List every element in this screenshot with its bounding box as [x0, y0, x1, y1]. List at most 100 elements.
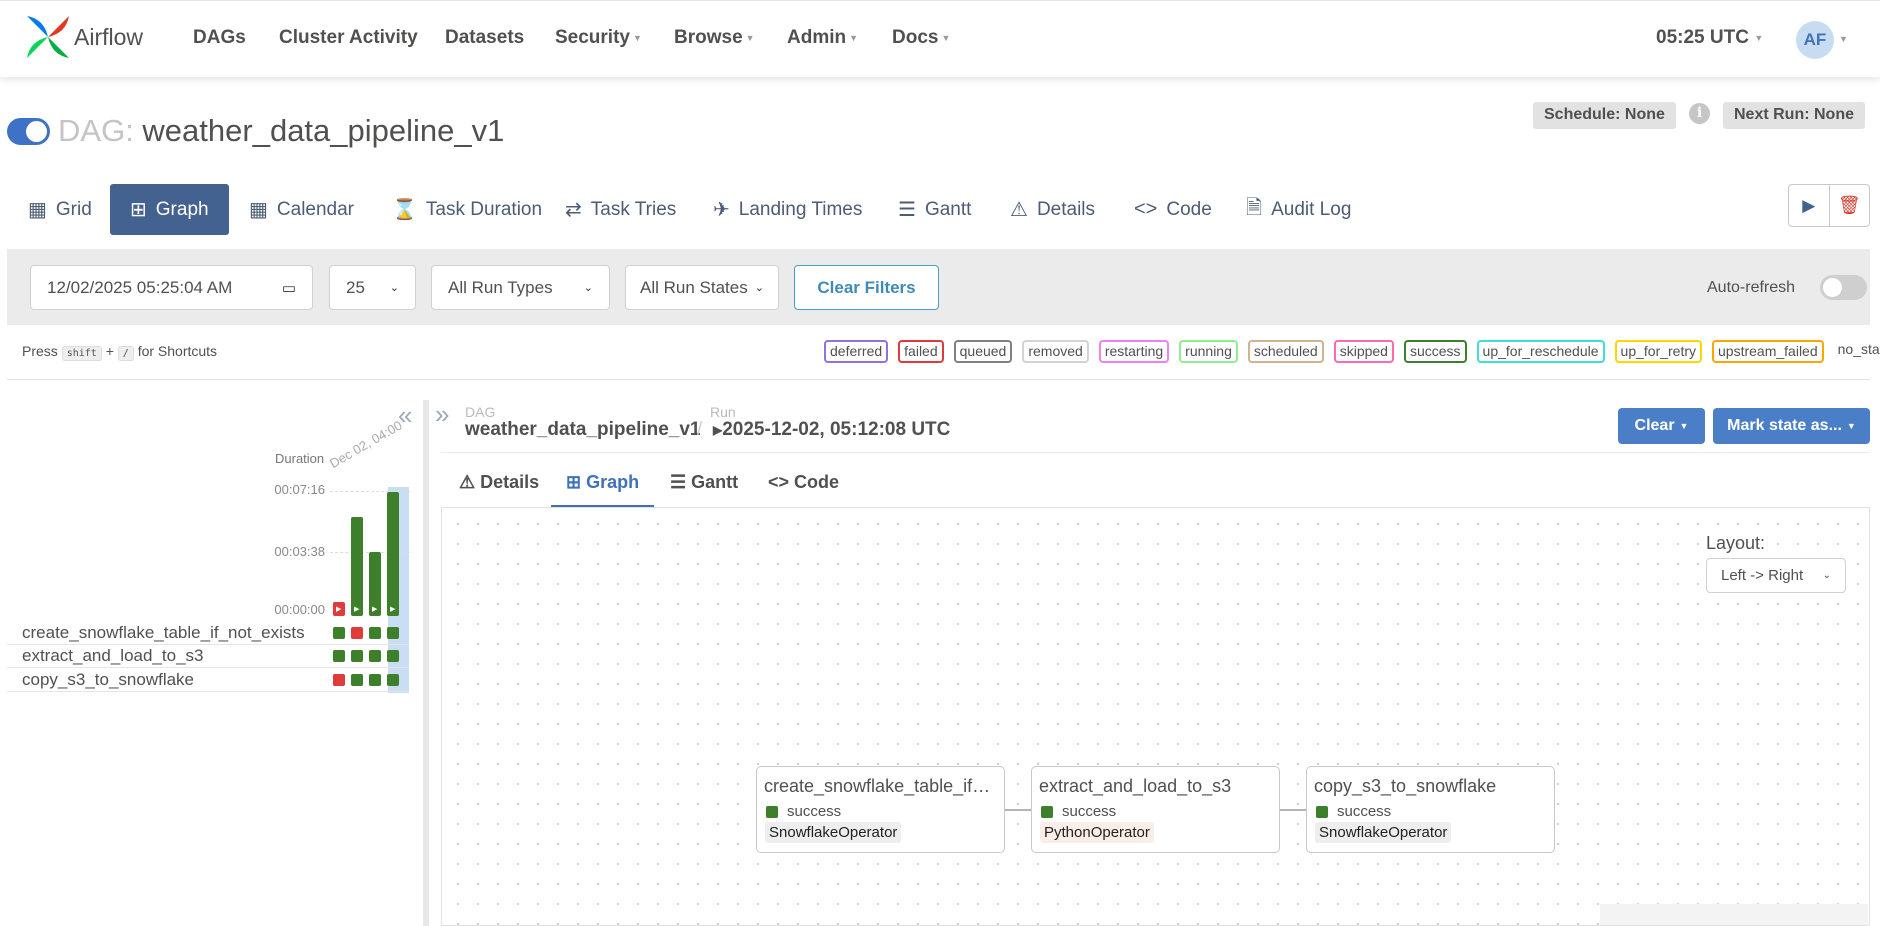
- tab-grid[interactable]: ▦ Grid: [20, 184, 100, 235]
- clear-filters-button[interactable]: Clear Filters: [794, 265, 939, 310]
- info-icon[interactable]: i: [1689, 103, 1710, 124]
- task-row[interactable]: create_snowflake_table_if_not_exists: [7, 622, 409, 645]
- num-runs-select[interactable]: 25 ⌄: [329, 265, 416, 310]
- nav-cluster-activity[interactable]: Cluster Activity: [279, 27, 418, 49]
- nav-security[interactable]: Security ▼: [555, 27, 642, 49]
- tab-details[interactable]: ⚠ Details: [1002, 184, 1103, 235]
- legend-deferred[interactable]: deferred: [824, 340, 889, 363]
- graph-node[interactable]: extract_and_load_to_s3 success PythonOpe…: [1031, 766, 1280, 853]
- task-row[interactable]: copy_s3_to_snowflake: [7, 669, 409, 692]
- timezone-menu[interactable]: 05:25 UTC ▼: [1656, 27, 1763, 49]
- panel-splitter[interactable]: [423, 400, 429, 926]
- chevron-down-icon: ⌄: [1822, 570, 1831, 581]
- delete-dag-button[interactable]: 🗑: [1830, 185, 1870, 226]
- tab-audit-log[interactable]: 🗎 Audit Log: [1238, 184, 1359, 235]
- node-title: create_snowflake_table_if_not_exists: [764, 776, 1000, 796]
- tab-label: Calendar: [276, 198, 355, 220]
- trigger-dag-button[interactable]: ▶: [1789, 185, 1830, 226]
- clear-run-button[interactable]: Clear ▼: [1618, 408, 1705, 444]
- graph-minimap[interactable]: [1600, 904, 1868, 925]
- tab-task-duration[interactable]: ⌛ Task Duration: [384, 184, 550, 235]
- chevron-down-icon[interactable]: ▼: [1839, 34, 1848, 44]
- chevron-down-icon: ▼: [1751, 32, 1764, 43]
- run-duration-bar[interactable]: ▶: [333, 602, 345, 616]
- run-duration-bar[interactable]: ▶: [387, 492, 399, 616]
- tab-landing-times[interactable]: ✈ Landing Times: [705, 184, 870, 235]
- tab-label: Code: [1166, 198, 1212, 220]
- user-avatar[interactable]: AF: [1796, 21, 1834, 59]
- run-duration-bar[interactable]: ▶: [369, 552, 381, 616]
- legend-up-for-reschedule[interactable]: up_for_reschedule: [1476, 340, 1605, 363]
- legend-skipped[interactable]: skipped: [1333, 340, 1394, 363]
- legend-scheduled[interactable]: scheduled: [1247, 340, 1324, 363]
- base-date-input[interactable]: 12/02/2025 05:25:04 AM ▭: [30, 265, 313, 310]
- play-icon: ▶: [713, 422, 723, 437]
- subtab-graph[interactable]: ⊞ Graph: [566, 472, 639, 493]
- tab-graph[interactable]: ⊞ Graph: [110, 184, 229, 235]
- breadcrumb-run[interactable]: ▶2025-12-02, 05:12:08 UTC: [713, 419, 950, 441]
- task-instance-success[interactable]: [351, 674, 363, 686]
- chevron-down-icon: ⌄: [754, 282, 764, 294]
- node-state: success: [1337, 803, 1392, 820]
- run-state-select[interactable]: All Run States ⌄: [625, 265, 779, 310]
- brand-logo[interactable]: Airflow: [24, 14, 143, 60]
- task-instance-success[interactable]: [351, 650, 363, 662]
- legend-up-for-retry[interactable]: up_for_retry: [1614, 340, 1703, 363]
- run-duration-bar[interactable]: ▶: [351, 517, 363, 616]
- subtab-details[interactable]: ⚠ Details: [459, 472, 539, 493]
- legend-no-status[interactable]: no_status: [1834, 340, 1880, 363]
- legend-upstream-failed[interactable]: upstream_failed: [1712, 340, 1824, 363]
- kbd-slash: /: [117, 346, 134, 361]
- legend-restarting[interactable]: restarting: [1098, 340, 1170, 363]
- subtab-gantt[interactable]: ☰ Gantt: [670, 472, 738, 493]
- tab-label: Details: [1036, 198, 1096, 220]
- toggle-knob: [26, 121, 47, 142]
- auto-refresh-toggle[interactable]: [1820, 275, 1867, 300]
- mark-state-button[interactable]: Mark state as... ▼: [1713, 408, 1870, 444]
- subtab-code[interactable]: <> Code: [768, 472, 839, 493]
- task-instance-success[interactable]: [369, 650, 381, 662]
- subtab-label: Graph: [586, 472, 640, 492]
- tab-label: Gantt: [924, 198, 972, 220]
- task-name[interactable]: extract_and_load_to_s3: [22, 646, 203, 666]
- legend-running[interactable]: running: [1179, 340, 1238, 363]
- legend-queued[interactable]: queued: [953, 340, 1013, 363]
- task-row[interactable]: extract_and_load_to_s3: [7, 645, 409, 668]
- task-instance-failed[interactable]: [333, 674, 345, 686]
- task-instance-success[interactable]: [369, 627, 381, 639]
- task-instance-success[interactable]: [387, 627, 399, 639]
- nav-dags[interactable]: DAGs: [193, 27, 246, 49]
- nav-browse[interactable]: Browse ▼: [674, 27, 755, 49]
- expand-details-icon[interactable]: »: [435, 399, 449, 430]
- legend-failed[interactable]: failed: [898, 340, 944, 363]
- task-instance-failed[interactable]: [351, 627, 363, 639]
- tab-code[interactable]: <> Code: [1126, 184, 1220, 235]
- tab-gantt[interactable]: ☰ Gantt: [890, 184, 979, 235]
- subtab-label: Code: [794, 472, 840, 492]
- task-instance-success[interactable]: [369, 674, 381, 686]
- state-legend: deferred failed queued removed restarting run…: [824, 340, 1880, 363]
- nav-datasets[interactable]: Datasets: [445, 27, 524, 49]
- task-name[interactable]: create_snowflake_table_if_not_exists: [22, 623, 305, 643]
- legend-removed[interactable]: removed: [1022, 340, 1089, 363]
- task-instance-success[interactable]: [387, 650, 399, 662]
- breadcrumb-dag[interactable]: weather_data_pipeline_v1: [465, 419, 701, 441]
- dag-pause-toggle[interactable]: [7, 118, 50, 145]
- graph-node[interactable]: copy_s3_to_snowflake success SnowflakeOp…: [1306, 766, 1555, 853]
- task-instance-success[interactable]: [333, 650, 345, 662]
- layout-select[interactable]: Left -> Right ⌄: [1706, 558, 1846, 593]
- task-instance-success[interactable]: [333, 627, 345, 639]
- tab-calendar[interactable]: ▦ Calendar: [241, 184, 362, 235]
- calendar-icon[interactable]: ▭: [282, 279, 296, 297]
- run-type-select[interactable]: All Run Types ⌄: [431, 265, 610, 310]
- nav-admin[interactable]: Admin ▼: [787, 27, 858, 49]
- graph-node[interactable]: create_snowflake_table_if_not_exists suc…: [756, 766, 1005, 853]
- hourglass-icon: ⌛: [392, 199, 417, 221]
- tab-task-tries[interactable]: ⇄ Task Tries: [557, 184, 684, 235]
- graph-canvas[interactable]: [441, 507, 1870, 926]
- task-instance-success[interactable]: [387, 674, 399, 686]
- legend-success[interactable]: success: [1403, 340, 1467, 363]
- chevron-down-icon: ⌄: [583, 282, 593, 294]
- task-name[interactable]: copy_s3_to_snowflake: [22, 670, 194, 690]
- nav-docs[interactable]: Docs ▼: [892, 27, 950, 49]
